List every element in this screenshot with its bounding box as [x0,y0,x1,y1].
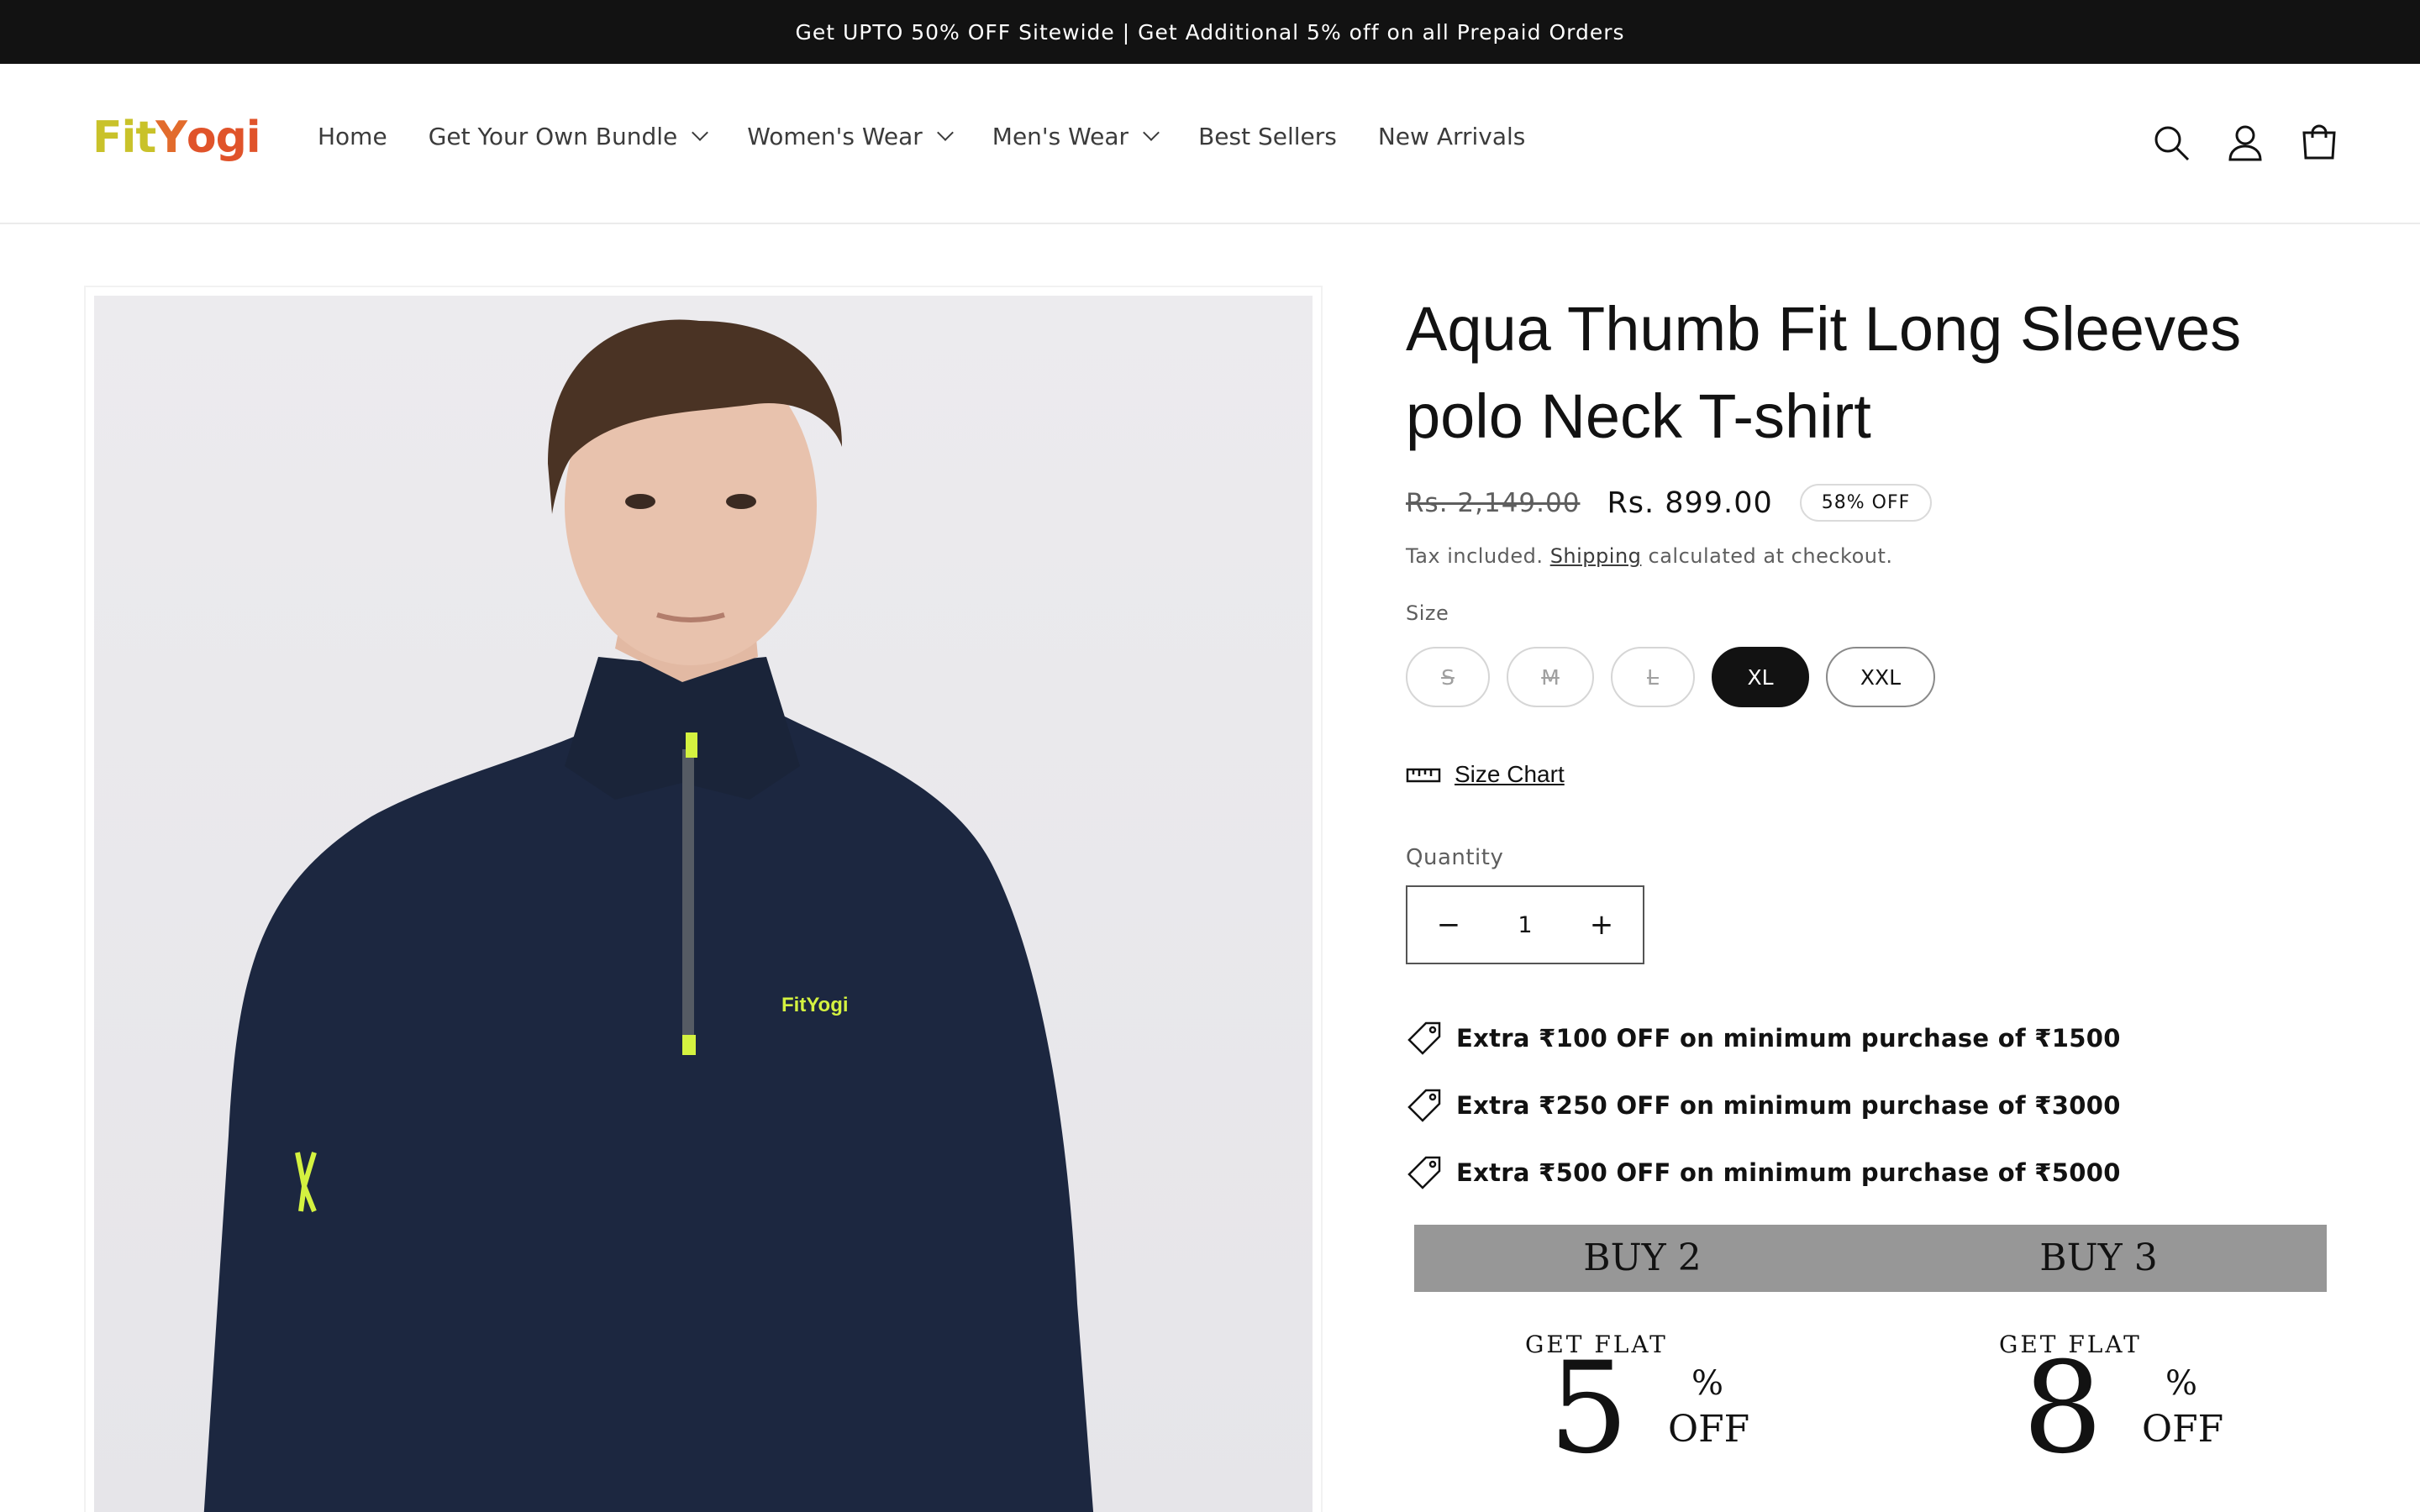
chevron-down-icon [936,123,954,141]
nav-item-label: Home [318,123,387,150]
regular-price: Rs. 2,149.00 [1406,487,1581,518]
bundle-deal-buy2: GET FLAT 5 % OFF [1525,1331,1777,1499]
shipping-link[interactable]: Shipping [1550,544,1642,568]
price-row: Rs. 2,149.00 Rs. 899.00 58% OFF [1406,484,1933,522]
quantity-stepper: − 1 + [1406,885,1644,964]
ruler-icon [1406,768,1441,783]
offer-list: Extra ₹100 OFF on minimum purchase of ₹1… [1406,1005,2121,1206]
nav-item-label: Get Your Own Bundle [428,123,678,150]
deal-percent-value: 5 [1549,1336,1629,1482]
off-label: OFF [1668,1408,1750,1451]
size-option-l[interactable]: L [1611,647,1695,707]
nav-item-bundle[interactable]: Get Your Own Bundle [428,123,709,150]
size-option-xl[interactable]: XL [1712,647,1809,707]
logo-text-y: Y [155,113,187,163]
shirt-logo-text: FitYogi [781,994,849,1016]
offer-item: Extra ₹500 OFF on minimum purchase of ₹5… [1406,1139,2121,1206]
percent-sign: % [1691,1364,1724,1403]
size-option-s[interactable]: S [1406,647,1490,707]
site-header: Fit Yogi Home Get Your Own Bundle Women's… [0,64,2420,224]
bundle-offer-banner[interactable]: BUY 2 BUY 3 GET FLAT 5 % OFF GET FLAT 8 … [1414,1225,2327,1512]
deal-percent-value: 8 [2023,1336,2103,1482]
size-chart-label: Size Chart [1455,761,1565,787]
offer-text: Extra ₹100 OFF on minimum purchase of ₹1… [1456,1024,2121,1053]
chevron-down-icon [1143,123,1160,141]
logo-text-fit: Fit [92,113,156,163]
sale-price: Rs. 899.00 [1607,486,1773,520]
percent-sign: % [2165,1364,2198,1403]
bundle-header-bar: BUY 2 BUY 3 [1414,1225,2327,1292]
main-nav: Home Get Your Own Bundle Women's Wear Me… [318,123,1566,150]
product-image[interactable]: FitYogi [94,296,1313,1512]
size-option-xxl[interactable]: XXL [1826,647,1935,707]
nav-item-best-sellers[interactable]: Best Sellers [1198,123,1337,150]
offer-item: Extra ₹250 OFF on minimum purchase of ₹3… [1406,1072,2121,1139]
cart-icon[interactable] [2299,123,2339,163]
quantity-input[interactable]: 1 [1518,912,1532,938]
nav-item-label: Men's Wear [992,123,1129,150]
announcement-bar: Get UPTO 50% OFF Sitewide | Get Addition… [0,0,2420,64]
nav-item-label: New Arrivals [1377,123,1526,150]
quantity-decrease-button[interactable]: − [1436,908,1461,942]
nav-item-home[interactable]: Home [318,123,387,150]
price-tag-icon [1407,1156,1441,1189]
nav-item-label: Best Sellers [1198,123,1337,150]
offer-item: Extra ₹100 OFF on minimum purchase of ₹1… [1406,1005,2121,1072]
nav-item-new-arrivals[interactable]: New Arrivals [1378,123,1526,150]
price-tag-icon [1407,1089,1441,1122]
nav-item-womens-wear[interactable]: Women's Wear [747,123,954,150]
account-icon[interactable] [2225,123,2265,163]
off-label: OFF [2142,1408,2224,1451]
nav-item-mens-wear[interactable]: Men's Wear [992,123,1160,150]
bundle-buy3-label: BUY 3 [2039,1236,2158,1279]
size-label: Size [1406,601,1449,625]
size-option-m[interactable]: M [1507,647,1594,707]
offer-text: Extra ₹500 OFF on minimum purchase of ₹5… [1456,1158,2121,1187]
size-selector: S M L XL XXL [1406,647,1952,707]
site-logo[interactable]: Fit Yogi [92,113,261,163]
discount-badge: 58% OFF [1799,484,1933,522]
product-title: Aqua Thumb Fit Long Sleeves polo Neck T-… [1406,294,2242,451]
product-info: Aqua Thumb Fit Long Sleeves polo Neck T-… [1406,286,2338,1472]
bundle-buy2-label: BUY 2 [1583,1236,1702,1279]
chevron-down-icon [692,123,709,141]
quantity-label: Quantity [1406,845,1504,870]
search-icon[interactable] [2151,123,2191,163]
announcement-text: Get UPTO 50% OFF Sitewide | Get Addition… [795,19,1625,45]
tax-note: Tax included. Shipping calculated at che… [1406,544,1893,568]
bundle-deal-buy3: GET FLAT 8 % OFF [1999,1331,2251,1499]
size-chart-link[interactable]: Size Chart [1406,761,1565,788]
logo-text-ogi: ogi [186,113,261,163]
quantity-increase-button[interactable]: + [1589,908,1614,942]
tax-prefix: Tax included. [1406,544,1544,568]
nav-item-label: Women's Wear [747,123,923,150]
tax-suffix: calculated at checkout. [1648,544,1893,568]
offer-text: Extra ₹250 OFF on minimum purchase of ₹3… [1456,1091,2121,1120]
price-tag-icon [1407,1021,1441,1055]
product-photo-illustration: FitYogi [203,319,1094,1512]
